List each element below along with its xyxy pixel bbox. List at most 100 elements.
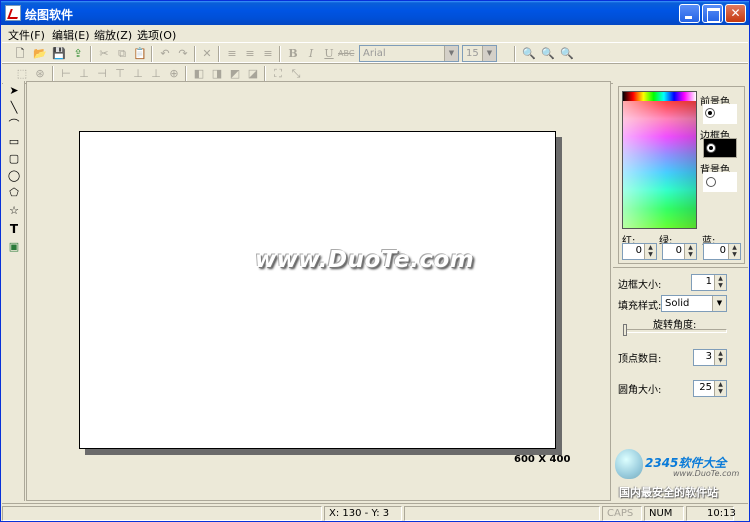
align-top-objects-icon[interactable]: ⊤ — [112, 66, 128, 82]
rotation-slider-thumb[interactable] — [623, 324, 627, 336]
image-tool-icon[interactable]: ▣ — [6, 239, 22, 255]
blue-spinner[interactable]: 0 ▲ ▼ — [703, 243, 741, 260]
send-backward-icon[interactable]: ◪ — [245, 66, 261, 82]
app-icon — [5, 5, 21, 21]
copy-icon[interactable]: ⧉ — [114, 46, 130, 62]
maximize-button[interactable] — [702, 4, 723, 23]
italic-button[interactable]: I — [303, 46, 319, 62]
spinner-arrows-icon[interactable]: ▲ ▼ — [714, 381, 726, 396]
menu-zoom[interactable]: 缩放(Z) — [94, 27, 132, 43]
foreground-radio-dot[interactable] — [705, 108, 715, 118]
menu-edit[interactable]: 编辑(E) — [52, 27, 90, 43]
menu-options[interactable]: 选项(O) — [137, 27, 176, 43]
palette-grid[interactable] — [623, 101, 696, 228]
rotation-slider-track[interactable] — [623, 329, 727, 333]
spinner-arrows-icon[interactable]: ▲ ▼ — [684, 244, 696, 259]
underline-button[interactable]: U — [321, 46, 337, 62]
curve-tool-icon[interactable]: ⌒ — [6, 117, 22, 133]
window-title: 绘图软件 — [25, 8, 74, 22]
spinner-arrows-icon[interactable]: ▲ ▼ — [714, 350, 726, 365]
drawing-canvas[interactable]: www.DuoTe.com — [79, 131, 556, 449]
bring-to-front-icon[interactable]: ◧ — [191, 66, 207, 82]
align-left-icon[interactable]: ≡ — [224, 46, 240, 62]
redo-icon[interactable]: ↷ — [175, 46, 191, 62]
line-tool-icon[interactable]: ╲ — [6, 100, 22, 116]
align-right-objects-icon[interactable]: ⊣ — [94, 66, 110, 82]
paste-icon[interactable]: 📋 — [132, 46, 148, 62]
star-tool-icon[interactable]: ☆ — [6, 203, 22, 219]
group-icon[interactable]: ⬚ — [14, 66, 30, 82]
site-logo: 2345软件大全 www.DuoTe.com 国内最安全的软件站 — [613, 447, 748, 501]
main-toolbar: 🗋 📂 💾 ⇪ ✂ ⧉ 📋 ↶ ↷ ✕ ≡ ≡ ≡ B I U ABC Aria… — [2, 42, 748, 64]
status-spacer — [404, 506, 600, 521]
title-bar[interactable]: 绘图软件 ✕ — [1, 1, 749, 25]
crop-icon[interactable]: ⛶ — [270, 66, 286, 82]
spinner-arrows-icon[interactable]: ▲ ▼ — [714, 275, 726, 290]
polygon-tool-icon[interactable]: ⬠ — [6, 185, 22, 201]
background-color-radio[interactable] — [706, 177, 716, 187]
align-hcenter-objects-icon[interactable]: ⊥ — [76, 66, 92, 82]
new-file-icon[interactable]: 🗋 — [12, 46, 28, 62]
border-color-radio[interactable] — [706, 143, 716, 153]
spinner-arrows-icon[interactable]: ▲ ▼ — [728, 244, 740, 259]
ellipse-tool-icon[interactable]: ◯ — [6, 168, 22, 184]
app-window: 绘图软件 ✕ 文件(F) 编辑(E) 缩放(Z) 选项(O) 🗋 📂 💾 ⇪ ✂… — [0, 0, 750, 522]
status-bar: X: 130 - Y: 3 CAPS NUM 10:13 — [2, 503, 748, 521]
align-vcenter-objects-icon[interactable]: ⊥ — [130, 66, 146, 82]
ungroup-icon[interactable]: ⊛ — [32, 66, 48, 82]
rectangle-tool-icon[interactable]: ▭ — [6, 134, 22, 150]
watermark: www.DuoTe.com — [255, 247, 475, 273]
close-button[interactable]: ✕ — [725, 4, 746, 23]
border-size-spinner[interactable]: 1 ▲ ▼ — [691, 274, 727, 291]
center-objects-icon[interactable]: ⊕ — [166, 66, 182, 82]
spinner-arrows-icon[interactable]: ▲ ▼ — [644, 244, 656, 259]
rounded-rect-tool-icon[interactable]: ▢ — [6, 151, 22, 167]
logo-slogan: 国内最安全的软件站 — [619, 486, 718, 499]
color-palette[interactable] — [622, 91, 697, 229]
text-tool-icon[interactable]: T — [6, 221, 22, 237]
zoom-in-icon[interactable]: 🔍 — [521, 46, 537, 62]
menu-bar: 文件(F) 编辑(E) 缩放(Z) 选项(O) — [2, 25, 748, 43]
align-center-icon[interactable]: ≡ — [242, 46, 258, 62]
corner-size-spinner[interactable]: 25 ▲ ▼ — [693, 380, 727, 397]
caps-indicator: CAPS — [602, 506, 642, 521]
bold-button[interactable]: B — [285, 46, 301, 62]
export-icon[interactable]: ⇪ — [70, 46, 86, 62]
canvas-size-label: 600 X 400 — [514, 454, 571, 465]
resize-icon[interactable]: ⤡ — [288, 66, 304, 82]
status-message — [2, 506, 322, 521]
fill-style-select[interactable]: Solid ▼ — [661, 295, 727, 312]
align-left-objects-icon[interactable]: ⊢ — [58, 66, 74, 82]
send-to-back-icon[interactable]: ◨ — [209, 66, 225, 82]
cut-icon[interactable]: ✂ — [96, 46, 112, 62]
red-spinner[interactable]: 0 ▲ ▼ — [622, 243, 657, 260]
save-icon[interactable]: 💾 — [51, 46, 67, 62]
menu-file[interactable]: 文件(F) — [8, 27, 45, 43]
clock: 10:13 — [686, 506, 736, 521]
num-indicator: NUM — [644, 506, 684, 521]
green-spinner[interactable]: 0 ▲ ▼ — [662, 243, 697, 260]
select-tool-icon[interactable]: ➤ — [6, 83, 22, 99]
canvas-area[interactable]: www.DuoTe.com 600 X 400 — [26, 81, 611, 501]
drawing-tools: ➤ ╲ ⌒ ▭ ▢ ◯ ⬠ ☆ T ▣ — [3, 81, 25, 501]
zoom-out-icon[interactable]: 🔍 — [540, 46, 556, 62]
corner-size-label: 圆角大小: — [618, 385, 662, 396]
minimize-button[interactable] — [679, 4, 700, 23]
color-picker: 前景色 边框色 背景色 红: 绿: 蓝: 0 ▲ ▼ 0 ▲ ▼ 0 ▲ ▼ — [618, 86, 745, 264]
font-size-select[interactable]: 15 ▼ — [462, 45, 497, 62]
open-folder-icon[interactable]: 📂 — [32, 46, 48, 62]
border-size-label: 边框大小: — [618, 280, 662, 291]
vertex-count-spinner[interactable]: 3 ▲ ▼ — [693, 349, 727, 366]
align-right-icon[interactable]: ≡ — [260, 46, 276, 62]
font-family-select[interactable]: Arial ▼ — [359, 45, 459, 62]
undo-icon[interactable]: ↶ — [157, 46, 173, 62]
properties-panel: 前景色 边框色 背景色 红: 绿: 蓝: 0 ▲ ▼ 0 ▲ ▼ 0 ▲ ▼ 边… — [613, 81, 748, 501]
delete-icon[interactable]: ✕ — [199, 46, 215, 62]
palette-basic-row[interactable] — [623, 92, 696, 101]
chevron-down-icon: ▼ — [444, 46, 458, 61]
bring-forward-icon[interactable]: ◩ — [227, 66, 243, 82]
mascot-icon — [615, 449, 643, 479]
align-bottom-objects-icon[interactable]: ⊥ — [148, 66, 164, 82]
zoom-fit-icon[interactable]: 🔍 — [559, 46, 575, 62]
strikethrough-button[interactable]: ABC — [338, 46, 354, 62]
